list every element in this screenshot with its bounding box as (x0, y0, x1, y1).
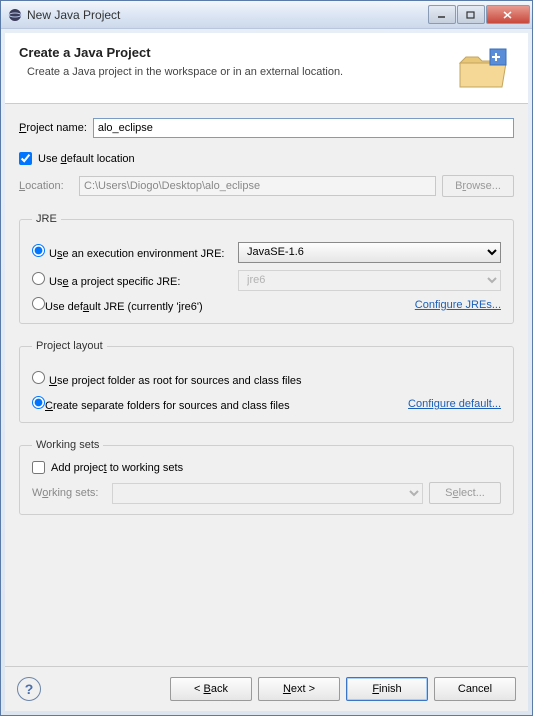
back-button[interactable]: < Back (170, 677, 252, 701)
project-layout-group: Project layout Use project folder as roo… (19, 340, 514, 423)
wizard-window: New Java Project Create a Java Project C… (0, 0, 533, 716)
project-jre-radio-label[interactable]: Use a project specific JRE: (32, 272, 232, 288)
exec-env-radio-label[interactable]: Use an execution environment JRE: (32, 244, 232, 260)
eclipse-icon (7, 7, 23, 23)
close-button[interactable] (486, 5, 530, 24)
use-default-location-label: Use default location (38, 153, 135, 165)
wizard-content: Project name: Use default location Locat… (5, 104, 528, 666)
jre-group: JRE Use an execution environment JRE: Ja… (19, 213, 514, 324)
exec-env-combo[interactable]: JavaSE-1.6 (238, 242, 501, 263)
minimize-button[interactable] (428, 5, 456, 24)
maximize-button[interactable] (457, 5, 485, 24)
layout-root-radio[interactable] (32, 371, 45, 384)
layout-separate-radio-label[interactable]: Create separate folders for sources and … (32, 396, 290, 412)
help-button[interactable]: ? (17, 677, 41, 701)
add-to-working-sets-checkbox[interactable] (32, 461, 45, 474)
project-name-label: Project name: (19, 122, 87, 134)
layout-root-radio-label[interactable]: Use project folder as root for sources a… (32, 371, 501, 387)
configure-default-link[interactable]: Configure default... (408, 398, 501, 410)
wizard-footer: ? < Back Next > Finish Cancel (5, 666, 528, 711)
use-default-location-checkbox[interactable] (19, 152, 32, 165)
working-sets-label: Working sets: (32, 487, 106, 499)
wizard-header: Create a Java Project Create a Java proj… (5, 33, 528, 104)
project-jre-radio[interactable] (32, 272, 45, 285)
page-description: Create a Java project in the workspace o… (19, 66, 454, 78)
configure-jres-link[interactable]: Configure JREs... (415, 299, 501, 311)
folder-java-icon (454, 45, 514, 95)
select-working-sets-button: Select... (429, 482, 501, 504)
cancel-button[interactable]: Cancel (434, 677, 516, 701)
browse-button: Browse... (442, 175, 514, 197)
titlebar[interactable]: New Java Project (1, 1, 532, 29)
working-sets-group: Working sets Add project to working sets… (19, 439, 514, 515)
working-sets-combo (112, 483, 423, 504)
next-button[interactable]: Next > (258, 677, 340, 701)
finish-button[interactable]: Finish (346, 677, 428, 701)
jre-legend: JRE (32, 213, 61, 225)
location-label: Location: (19, 180, 73, 192)
default-jre-radio-label[interactable]: Use default JRE (currently 'jre6') (32, 297, 203, 313)
window-title: New Java Project (27, 8, 428, 22)
exec-env-radio[interactable] (32, 244, 45, 257)
working-sets-legend: Working sets (32, 439, 103, 451)
project-jre-combo: jre6 (238, 270, 501, 291)
default-jre-radio[interactable] (32, 297, 45, 310)
add-to-working-sets-label: Add project to working sets (51, 462, 183, 474)
project-name-input[interactable] (93, 118, 514, 138)
page-title: Create a Java Project (19, 45, 454, 60)
location-input (79, 176, 436, 196)
project-layout-legend: Project layout (32, 340, 107, 352)
layout-separate-radio[interactable] (32, 396, 45, 409)
window-controls (428, 5, 530, 24)
